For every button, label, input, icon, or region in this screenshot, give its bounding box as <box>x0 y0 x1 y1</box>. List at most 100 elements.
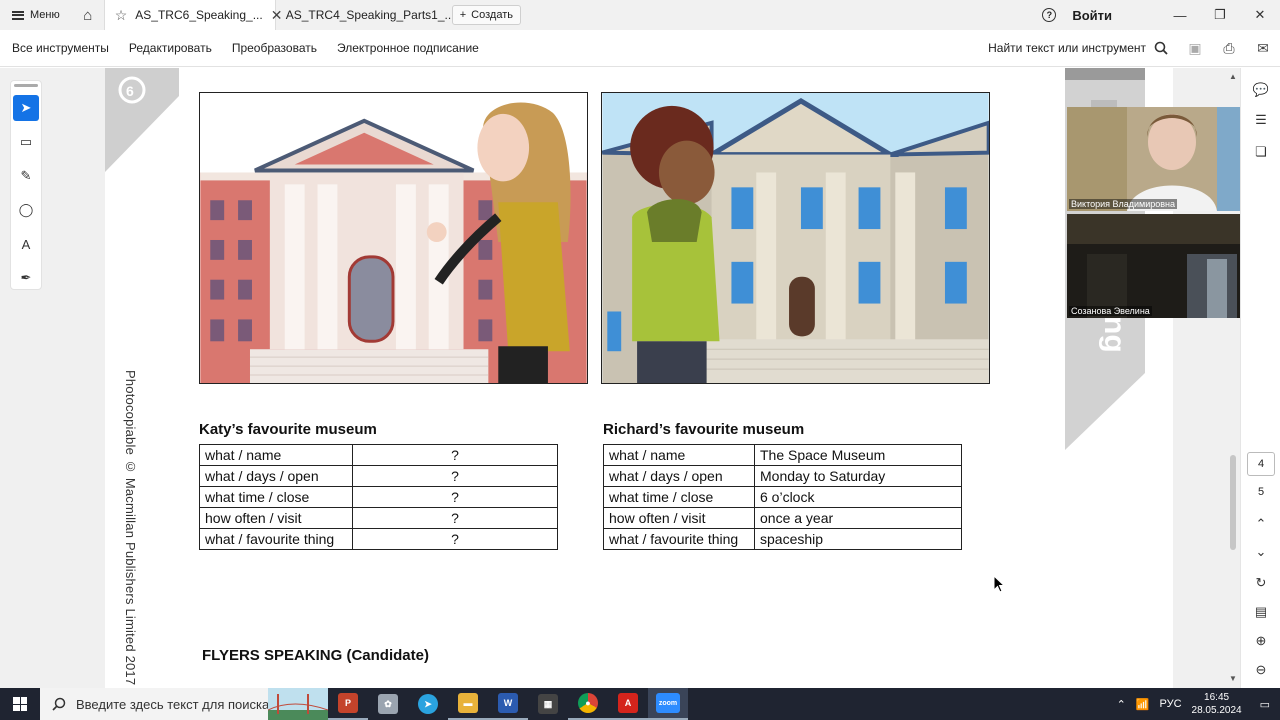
tab-label: AS_TRC4_Speaking_Parts1_... <box>285 8 455 22</box>
find-label: Найти текст или инструмент <box>988 41 1146 55</box>
all-tools-menu[interactable]: Все инструменты <box>12 41 109 55</box>
signin-button[interactable]: Войти <box>1072 8 1112 23</box>
esign-menu[interactable]: Электронное подписание <box>337 41 479 55</box>
create-button[interactable]: + Создать <box>451 5 521 25</box>
clock-time: 16:45 <box>1204 692 1230 703</box>
zoom-out-icon[interactable]: ⊖ <box>1251 660 1271 680</box>
add-comment-icon[interactable]: ▭ <box>13 129 39 155</box>
menu-button[interactable]: Меню <box>0 0 72 30</box>
copyright-notice: Photocopiable © Macmillan Publishers Lim… <box>123 370 138 686</box>
tab-label: AS_TRC6_Speaking_... <box>135 8 263 22</box>
text-box-icon[interactable]: A <box>13 231 39 257</box>
answer-cell: ? <box>352 486 558 508</box>
katy-table: what / name? what / days / open? what ti… <box>199 444 558 550</box>
question-cell: what / favourite thing <box>199 528 353 550</box>
system-tray: ⌃ 📶 РУС 16:45 28.05.2024 ▭ <box>1117 688 1280 720</box>
scroll-up-icon[interactable]: ▲ <box>1229 72 1237 81</box>
answer-cell: The Space Museum <box>754 444 962 466</box>
chevron-down-icon[interactable]: ⌄ <box>1251 542 1271 562</box>
svg-text:6: 6 <box>126 83 134 99</box>
richard-table: what / name The Space Museum what / days … <box>603 444 962 550</box>
select-cursor-icon[interactable]: ➤ <box>13 95 39 121</box>
freehand-draw-icon[interactable]: ◯ <box>13 197 39 223</box>
convert-menu[interactable]: Преобразовать <box>232 41 317 55</box>
participant-name: Созанова Эвелина <box>1069 306 1152 316</box>
restore-icon[interactable]: ❐ <box>1200 0 1240 30</box>
answer-cell: ? <box>352 507 558 529</box>
table-row: what time / close 6 o’clock <box>603 486 962 508</box>
comments-icon[interactable]: 💬 <box>1251 80 1271 100</box>
minimize-icon[interactable]: — <box>1160 0 1200 30</box>
page-number-current[interactable]: 4 <box>1247 452 1275 476</box>
page-info-icon[interactable]: ▤ <box>1251 602 1271 622</box>
bridge-illustration-icon <box>268 688 328 720</box>
participant-name: Виктория Владимировна <box>1069 199 1178 209</box>
highlight-pen-icon[interactable]: ✎ <box>13 163 39 189</box>
chevron-up-icon[interactable]: ⌃ <box>1251 514 1271 534</box>
chrome-app-icon[interactable]: ● <box>568 688 608 720</box>
edit-menu[interactable]: Редактировать <box>129 41 212 55</box>
table-row: how often / visit once a year <box>603 507 962 529</box>
start-button[interactable] <box>0 688 40 720</box>
acrobat-app-icon[interactable]: A <box>608 688 648 720</box>
tab-document-1[interactable]: ☆ AS_TRC6_Speaking_... ✕ <box>103 0 282 30</box>
tray-overflow-icon[interactable]: ⌃ <box>1117 698 1126 711</box>
email-icon[interactable]: ✉ <box>1246 30 1280 67</box>
file-explorer-app-icon[interactable]: ▬ <box>448 688 488 720</box>
zoom-app-icon[interactable]: zoom <box>648 688 688 720</box>
telegram-app-icon[interactable]: ➤ <box>408 688 448 720</box>
answer-cell: once a year <box>754 507 962 529</box>
question-cell: what / favourite thing <box>603 528 755 550</box>
paint-app-icon[interactable]: ✿ <box>368 688 408 720</box>
scroll-thumb[interactable] <box>1230 455 1236 550</box>
scroll-down-icon[interactable]: ▼ <box>1229 674 1237 683</box>
richard-heading: Richard’s favourite museum <box>603 421 805 438</box>
create-label: Создать <box>471 9 513 21</box>
taskbar-search[interactable]: Введите здесь текст для поиска <box>40 688 328 720</box>
answer-cell: Monday to Saturday <box>754 465 962 487</box>
notifications-icon[interactable]: ▭ <box>1260 698 1270 711</box>
rail-grip[interactable] <box>14 84 38 87</box>
home-icon[interactable]: ⌂ <box>72 0 104 30</box>
close-window-icon[interactable]: ✕ <box>1240 0 1280 30</box>
calendar-app-icon[interactable]: ▦ <box>528 688 568 720</box>
page-number-next[interactable]: 5 <box>1247 480 1275 504</box>
mouse-cursor-icon <box>993 575 1005 593</box>
katy-museum-illustration <box>199 92 588 384</box>
katy-heading: Katy’s favourite museum <box>199 421 377 438</box>
table-row: what time / close? <box>199 486 558 508</box>
question-cell: what / name <box>603 444 755 466</box>
help-icon[interactable]: ? <box>1042 8 1057 22</box>
rotate-icon[interactable]: ↻ <box>1251 573 1271 593</box>
table-row: what / days / open Monday to Saturday <box>603 465 962 487</box>
language-indicator[interactable]: РУС <box>1160 698 1182 710</box>
hamburger-icon <box>12 10 24 20</box>
menu-label: Меню <box>30 9 60 21</box>
clock[interactable]: 16:45 28.05.2024 <box>1192 691 1242 717</box>
sign-pen-icon[interactable]: ✒ <box>13 265 39 291</box>
powerpoint-app-icon[interactable]: P <box>328 688 368 720</box>
pages-icon[interactable]: ❏ <box>1251 142 1271 162</box>
table-row: what / name? <box>199 444 558 466</box>
question-cell: what time / close <box>199 486 353 508</box>
tab-document-2[interactable]: AS_TRC4_Speaking_Parts1_... <box>276 0 455 30</box>
bookmarks-icon[interactable]: ☰ <box>1251 110 1271 130</box>
question-cell: what time / close <box>603 486 755 508</box>
save-icon[interactable]: ▣ <box>1178 30 1212 67</box>
word-app-icon[interactable]: W <box>488 688 528 720</box>
find-tool[interactable]: Найти текст или инструмент <box>988 41 1168 55</box>
video-tile-participant-2[interactable]: Созанова Эвелина <box>1067 214 1253 318</box>
svg-text:ng: ng <box>1098 316 1131 353</box>
star-icon[interactable]: ☆ <box>115 7 128 24</box>
question-cell: how often / visit <box>603 507 755 529</box>
print-icon[interactable]: ⎙ <box>1212 30 1246 67</box>
clock-date: 28.05.2024 <box>1191 705 1242 716</box>
title-bar: Меню ⌂ ☆ AS_TRC6_Speaking_... ✕ AS_TRC4_… <box>0 0 1280 30</box>
zoom-in-icon[interactable]: ⊕ <box>1251 631 1271 651</box>
video-tile-participant-1[interactable]: Виктория Владимировна <box>1067 107 1253 211</box>
answer-cell: spaceship <box>754 528 962 550</box>
network-icon[interactable]: 📶 <box>1136 698 1150 711</box>
participant-video <box>1067 107 1253 211</box>
question-cell: what / days / open <box>603 465 755 487</box>
vertical-scrollbar[interactable]: ▲ ▼ <box>1228 70 1238 685</box>
